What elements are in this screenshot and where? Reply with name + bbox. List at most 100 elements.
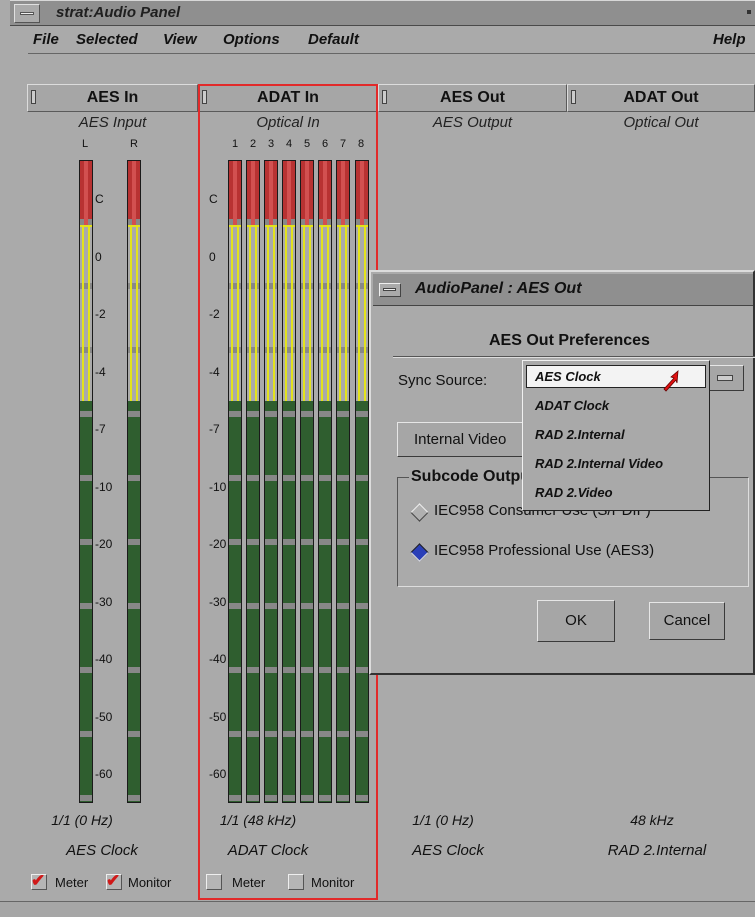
aes-in-monitor-label: Monitor — [128, 875, 172, 890]
channel-label-6: 6 — [322, 138, 329, 150]
checkmark-icon: ✔ — [106, 871, 121, 890]
meter-yellow-band — [82, 227, 90, 401]
channel-label-3: 3 — [268, 138, 275, 150]
dialog-menu-button[interactable] — [379, 283, 401, 297]
scale-label-aes-7: -30 — [95, 595, 113, 609]
aes-out-rate: 1/1 (0 Hz) — [412, 812, 474, 828]
heading-divider — [393, 356, 755, 358]
aes-in-monitor-checkbox[interactable]: ✔ — [106, 871, 122, 890]
dialog-title-bar[interactable]: AudioPanel : AES Out — [373, 274, 753, 306]
meter-adat-in-8 — [355, 160, 369, 803]
scale-label-adat-3: -4 — [209, 365, 220, 379]
meter-adat-in-4 — [282, 160, 296, 803]
option-menu-icon — [717, 375, 733, 381]
adat-out-subtitle: Optical Out — [623, 114, 699, 131]
column-header-aes-in[interactable]: AES In — [27, 84, 198, 112]
window-menu-icon — [20, 12, 34, 15]
minimize-icon[interactable] — [747, 10, 751, 14]
scale-label-adat-8: -40 — [209, 652, 227, 666]
scale-label-adat-4: -7 — [209, 422, 220, 436]
menu-selected[interactable]: Selected — [76, 31, 138, 48]
meter-adat-in-6 — [318, 160, 332, 803]
checkmark-icon: ✔ — [31, 871, 46, 890]
dropdown-option-rad2-video[interactable]: RAD 2.Video — [535, 485, 613, 500]
meter-red-band — [233, 161, 237, 225]
professional-radio-label[interactable]: IEC958 Professional Use (AES3) — [434, 542, 654, 559]
title-bar[interactable]: strat:Audio Panel — [10, 0, 755, 26]
meter-adat-in-7 — [336, 160, 350, 803]
dialog-title: AudioPanel : AES Out — [415, 280, 582, 297]
dropdown-option-adat-clock[interactable]: ADAT Clock — [535, 398, 609, 413]
scale-label-aes-6: -20 — [95, 537, 113, 551]
scale-label-aes-3: -4 — [95, 365, 106, 379]
meter-adat-in-2 — [246, 160, 260, 803]
audio-panel-window: strat:Audio Panel File Selected View Opt… — [0, 0, 755, 917]
aes-in-meter-label: Meter — [55, 875, 89, 890]
dialog-menu-icon — [383, 288, 396, 291]
scale-label-adat-10: -60 — [209, 767, 227, 781]
meter-red-band — [132, 161, 136, 225]
adat-out-rate: 48 kHz — [630, 812, 674, 828]
meter-yellow-band — [267, 227, 275, 401]
scale-label-aes-0: C — [95, 192, 104, 206]
menu-file[interactable]: File — [33, 31, 59, 48]
aes-in-meter-checkbox[interactable]: ✔ — [31, 871, 47, 890]
meter-adat-in-3 — [264, 160, 278, 803]
window-menu-button[interactable] — [14, 4, 40, 23]
meter-yellow-band — [358, 227, 366, 401]
meter-aes-in-r — [127, 160, 141, 803]
channel-label-r: R — [130, 138, 138, 150]
adat-in-monitor-label: Monitor — [311, 875, 355, 890]
channel-label-2: 2 — [250, 138, 257, 150]
dropdown-option-aes-clock[interactable]: AES Clock — [535, 369, 601, 384]
adat-in-meter-checkbox[interactable] — [206, 874, 222, 890]
scale-label-adat-0: C — [209, 192, 218, 206]
meter-red-band — [84, 161, 88, 225]
meter-yellow-band — [339, 227, 347, 401]
scale-label-aes-4: -7 — [95, 422, 106, 436]
meter-red-band — [251, 161, 255, 225]
scale-label-aes-5: -10 — [95, 480, 113, 494]
column-header-aes-out[interactable]: AES Out — [378, 84, 567, 112]
adat-in-subtitle: Optical In — [256, 114, 320, 131]
adat-in-meter-label: Meter — [232, 875, 266, 890]
dropdown-option-rad2-internal-video[interactable]: RAD 2.Internal Video — [535, 456, 663, 471]
meter-red-band — [341, 161, 345, 225]
channel-label-5: 5 — [304, 138, 311, 150]
sync-source-option-button[interactable] — [704, 365, 744, 391]
channel-label-7: 7 — [340, 138, 347, 150]
dropdown-option-rad2-internal[interactable]: RAD 2.Internal — [535, 427, 625, 442]
aes-in-rate: 1/1 (0 Hz) — [51, 812, 113, 828]
meter-aes-in-l — [79, 160, 93, 803]
menu-options[interactable]: Options — [223, 31, 280, 48]
channel-label-8: 8 — [358, 138, 365, 150]
scale-label-aes-10: -60 — [95, 767, 113, 781]
meter-red-band — [287, 161, 291, 225]
aes-in-subtitle: AES Input — [78, 114, 147, 131]
adat-in-monitor-checkbox[interactable] — [288, 874, 304, 890]
column-title: AES Out — [440, 89, 505, 106]
cancel-button[interactable]: Cancel — [649, 602, 725, 640]
sync-source-label: Sync Source: — [398, 372, 488, 389]
scale-label-aes-8: -40 — [95, 652, 113, 666]
scale-label-aes-9: -50 — [95, 710, 113, 724]
scale-label-aes-2: -2 — [95, 307, 106, 321]
adat-in-rate: 1/1 (48 kHz) — [219, 812, 297, 828]
meter-adat-in-1 — [228, 160, 242, 803]
adat-in-clock: ADAT Clock — [227, 842, 309, 859]
aes-out-clock: AES Clock — [412, 842, 484, 859]
column-header-adat-out[interactable]: ADAT Out — [567, 84, 755, 112]
adat-out-clock: RAD 2.Internal — [607, 842, 707, 859]
menu-bar: File Selected View Options Default Help — [28, 26, 755, 54]
menu-default[interactable]: Default — [308, 31, 359, 48]
ok-button[interactable]: OK — [537, 600, 615, 642]
meter-yellow-band — [130, 227, 138, 401]
scale-label-adat-2: -2 — [209, 307, 220, 321]
menu-view[interactable]: View — [163, 31, 197, 48]
menu-help[interactable]: Help — [713, 31, 746, 48]
meter-yellow-band — [303, 227, 311, 401]
status-bar — [0, 901, 755, 917]
scale-label-aes-1: 0 — [95, 250, 102, 264]
meter-yellow-band — [249, 227, 257, 401]
subcode-output-label: Subcode Output — [409, 468, 537, 486]
